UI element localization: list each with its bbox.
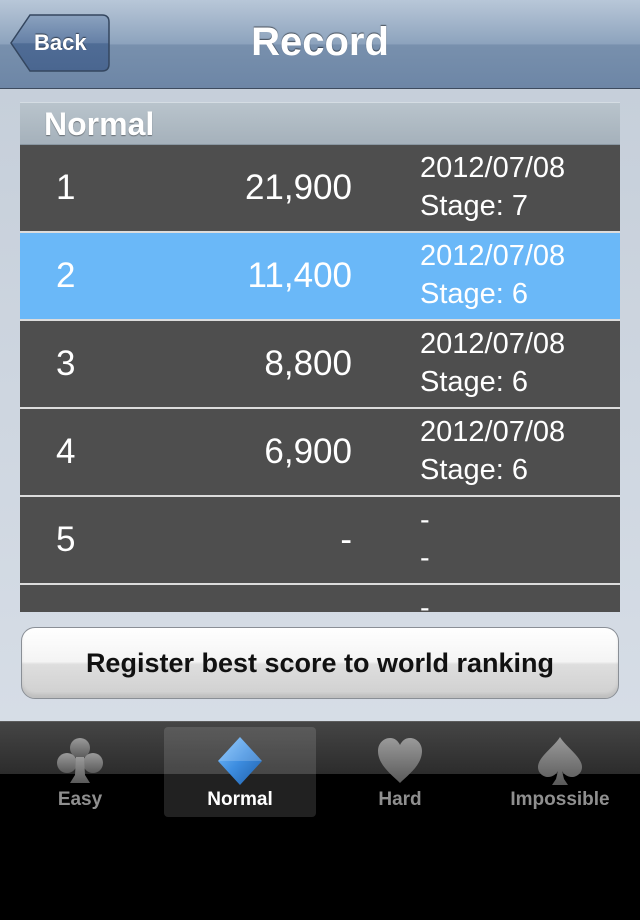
page-title: Record (251, 20, 389, 64)
tab-hard[interactable]: Hard (324, 727, 476, 817)
tab-easy[interactable]: Easy (4, 727, 156, 817)
record-rank: 1 (56, 168, 76, 207)
record-score: - (340, 520, 352, 559)
tab-impossible[interactable]: Impossible (484, 727, 636, 817)
record-score (140, 585, 352, 612)
record-date: 2012/07/08 (420, 416, 566, 448)
record-table[interactable]: Normal 1 21,900 2012/07/08 Stage: 7 2 11… (20, 102, 620, 612)
record-rank: 5 (56, 520, 76, 559)
record-rank: 2 (56, 256, 76, 295)
section-header-label: Normal (44, 106, 155, 142)
heart-icon (378, 738, 422, 783)
record-row[interactable]: 3 8,800 2012/07/08 Stage: 6 (20, 321, 620, 409)
tab-normal-label: Normal (207, 789, 273, 810)
navigation-bar: Back Record (0, 0, 640, 89)
record-date: - (420, 504, 430, 536)
record-row[interactable]: 1 21,900 2012/07/08 Stage: 7 (20, 145, 620, 233)
record-row[interactable]: - (20, 585, 620, 612)
record-stage: - (420, 542, 430, 574)
spade-icon (538, 737, 582, 785)
record-row[interactable]: 2 11,400 2012/07/08 Stage: 6 (20, 233, 620, 321)
record-date: 2012/07/08 (420, 152, 566, 184)
record-row[interactable]: 5 - - - (20, 497, 620, 585)
record-rank: 4 (56, 432, 76, 471)
record-rank: 3 (56, 344, 76, 383)
record-date: 2012/07/08 (420, 328, 566, 360)
record-stage: Stage: 6 (420, 366, 529, 398)
tab-impossible-label: Impossible (510, 789, 610, 810)
record-score: 21,900 (244, 168, 352, 207)
record-row[interactable]: 4 6,900 2012/07/08 Stage: 6 (20, 409, 620, 497)
content-area: Normal 1 21,900 2012/07/08 Stage: 7 2 11… (0, 89, 640, 721)
record-date: 2012/07/08 (420, 240, 566, 272)
register-world-ranking-button[interactable]: Register best score to world ranking (21, 627, 619, 699)
record-stage: Stage: 7 (420, 190, 529, 222)
club-icon (57, 738, 103, 783)
record-date: - (420, 592, 430, 612)
record-stage: Stage: 6 (420, 454, 529, 486)
record-score: 8,800 (264, 344, 352, 383)
record-score: 6,900 (264, 432, 352, 471)
tab-bar: Easy Normal Hard Impossible (0, 721, 640, 920)
tab-hard-label: Hard (378, 789, 422, 810)
record-stage: Stage: 6 (420, 278, 529, 310)
tab-normal[interactable]: Normal (164, 727, 316, 817)
diamond-icon (218, 737, 262, 785)
record-score: 11,400 (247, 256, 352, 295)
register-button-label: Register best score to world ranking (85, 648, 555, 678)
tab-easy-label: Easy (57, 789, 103, 810)
section-header: Normal (20, 102, 620, 145)
